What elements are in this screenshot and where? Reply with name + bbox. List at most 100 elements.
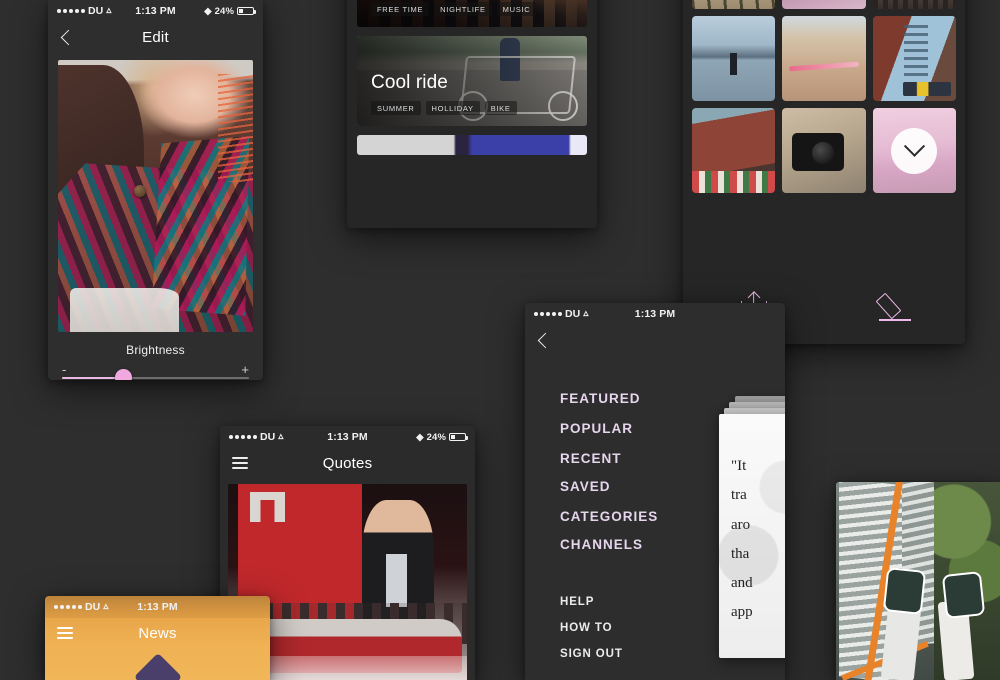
sneaker-shape <box>883 567 927 615</box>
news-nav-bar: News <box>45 618 270 648</box>
grid-photo[interactable] <box>872 0 956 9</box>
slider-thumb[interactable] <box>115 369 133 380</box>
grid-photo[interactable] <box>692 16 776 101</box>
grid-photo[interactable] <box>872 16 956 101</box>
quote-line: "It <box>731 458 747 474</box>
menu-item-sign-out[interactable]: SIGN OUT <box>560 648 623 660</box>
status-bar-left: DU ▵ <box>229 431 284 443</box>
quotes-nav-bar: Quotes <box>220 448 475 478</box>
menu-item-how-to[interactable]: HOW TO <box>560 622 623 634</box>
bluetooth-icon: ◆ <box>416 431 424 443</box>
wifi-icon: ▵ <box>103 601 109 612</box>
card-tags: FREE TIME NIGHTLIFE MUSIC <box>371 1 537 16</box>
increase-icon[interactable]: + <box>241 363 249 376</box>
signal-strength-icon <box>229 435 257 439</box>
menu-secondary-list: HELP HOW TO SIGN OUT <box>560 596 623 674</box>
list-item[interactable]: Best party FREE TIME NIGHTLIFE MUSIC <box>357 0 587 27</box>
card-body: Cool ride SUMMER HOLLIDAY BIKE <box>371 71 517 115</box>
battery-percent-label: 24% <box>426 431 446 443</box>
quote-line: and <box>731 575 753 591</box>
edit-photo[interactable] <box>58 60 253 332</box>
grid-photo[interactable] <box>692 108 776 193</box>
quote-line: tha <box>731 545 750 562</box>
news-content <box>45 648 270 680</box>
tag[interactable]: NIGHTLIFE <box>434 1 492 16</box>
brightness-label: Brightness <box>126 343 185 357</box>
signal-strength-icon <box>534 312 562 316</box>
decrease-icon[interactable]: - <box>62 363 66 376</box>
slider-track[interactable] <box>62 377 249 379</box>
fringe-shape <box>217 73 253 183</box>
status-bar-right: ◆ 24% <box>416 431 468 443</box>
carrier-label: DU <box>260 431 276 443</box>
card-body: Best party FREE TIME NIGHTLIFE MUSIC <box>371 0 537 16</box>
table-shape <box>69 288 179 332</box>
card-tags: SUMMER HOLLIDAY BIKE <box>371 100 517 115</box>
battery-icon <box>449 433 468 441</box>
edit-button[interactable] <box>824 270 965 344</box>
edit-nav-bar: Edit <box>48 22 263 52</box>
signal-strength-icon <box>54 605 82 609</box>
status-bar: DU ▵ 1:13 PM <box>45 596 270 618</box>
status-bar-left: DU ▵ <box>54 601 109 613</box>
wifi-icon: ▵ <box>278 431 284 442</box>
hamburger-icon[interactable] <box>232 457 248 469</box>
tag[interactable]: HOLLIDAY <box>425 100 480 115</box>
news-logo-shape <box>133 652 182 680</box>
edit-screen: DU ▵ 1:13 PM ◆ 24% Edit Brightness - + <box>48 0 263 380</box>
tag[interactable]: MUSIC <box>496 1 537 16</box>
status-bar: DU ▵ 1:13 PM ◆ 24% <box>220 426 475 448</box>
chevron-down-icon <box>903 135 925 157</box>
rooftop-photo-screen[interactable] <box>836 482 1000 680</box>
page-title: Quotes <box>322 454 373 472</box>
hamburger-icon[interactable] <box>57 627 73 639</box>
card-title: Cool ride <box>371 71 448 93</box>
page-title: Edit <box>142 28 169 46</box>
list-item[interactable]: Cool ride SUMMER HOLLIDAY BIKE <box>357 36 587 126</box>
grid-photo[interactable] <box>692 0 776 9</box>
sneaker-shape <box>942 571 986 619</box>
carrier-label: DU <box>85 601 101 613</box>
logo-shape <box>249 492 285 522</box>
quote-card-stack[interactable]: "It tra aro tha and app <box>719 396 785 660</box>
battery-percent-label: 24% <box>214 5 234 17</box>
brightness-slider[interactable]: - + <box>62 363 249 380</box>
grid-photo-selected[interactable] <box>872 108 956 193</box>
grid-photo[interactable] <box>782 108 866 193</box>
quote-card-front[interactable]: "It tra aro tha and app <box>719 414 785 658</box>
tag[interactable]: FREE TIME <box>371 1 430 16</box>
status-bar-left: DU ▵ <box>534 308 589 320</box>
status-bar-left: DU ▵ <box>57 5 112 17</box>
menu-item-help[interactable]: HELP <box>560 596 623 608</box>
wifi-icon: ▵ <box>583 308 589 319</box>
quote-line: aro <box>731 516 751 533</box>
portrait-image <box>58 60 253 332</box>
menu-screen: DU ▵ 1:13 PM FEATURED POPULAR RECENT SAV… <box>525 303 785 680</box>
wifi-icon: ▵ <box>106 5 112 16</box>
photo-grid <box>683 0 965 193</box>
carrier-label: DU <box>565 308 581 320</box>
cards-screen: Best party FREE TIME NIGHTLIFE MUSIC Coo… <box>347 0 597 228</box>
tag[interactable]: BIKE <box>484 100 517 115</box>
battery-icon <box>237 7 256 15</box>
pencil-icon <box>875 292 912 322</box>
menu-nav-bar <box>525 325 785 355</box>
selection-badge[interactable] <box>891 127 938 174</box>
carrier-label: DU <box>88 5 104 17</box>
signal-strength-icon <box>57 9 85 13</box>
photo-grid-screen <box>683 0 965 344</box>
quote-card-text: "It tra aro tha and app <box>719 414 785 628</box>
bluetooth-icon: ◆ <box>204 5 212 17</box>
status-bar-right: ◆ 24% <box>204 5 256 17</box>
quote-line: app <box>731 604 753 621</box>
news-screen: DU ▵ 1:13 PM News <box>45 596 270 680</box>
grid-photo[interactable] <box>782 16 866 101</box>
chevron-left-icon[interactable] <box>537 332 554 348</box>
quote-line: tra <box>731 487 747 504</box>
shirt-shape <box>385 553 408 607</box>
page-title: News <box>138 624 177 642</box>
tag[interactable]: SUMMER <box>371 100 421 115</box>
grid-photo-selected[interactable] <box>782 0 866 9</box>
status-bar: DU ▵ 1:13 PM ◆ 24% <box>48 0 263 22</box>
list-item-partial[interactable] <box>357 135 587 155</box>
